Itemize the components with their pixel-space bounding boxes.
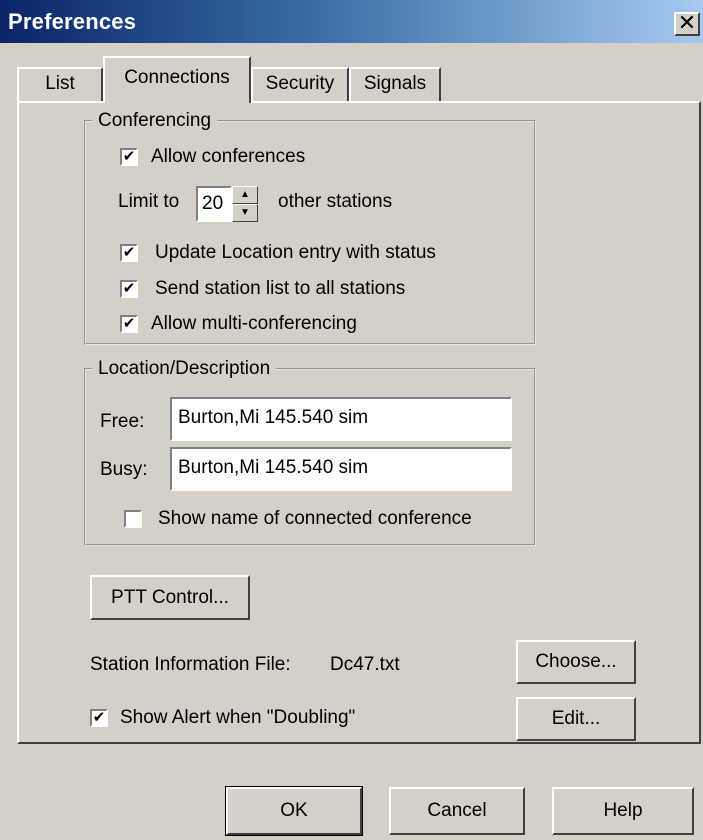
allow-multi-label: Allow multi-conferencing: [151, 313, 357, 334]
tab-list[interactable]: List: [17, 67, 103, 101]
update-location-label: Update Location entry with status: [155, 242, 436, 263]
check-icon: ✔: [122, 148, 136, 165]
allow-conferences-label: Allow conferences: [151, 146, 306, 167]
station-info-label: Station Information File:: [90, 654, 291, 675]
cancel-button[interactable]: Cancel: [389, 787, 525, 835]
conferencing-legend: Conferencing: [98, 110, 212, 131]
tab-security[interactable]: Security: [251, 67, 349, 101]
close-button[interactable]: ✕: [674, 12, 700, 36]
check-icon: ✔: [122, 315, 136, 332]
limit-stepper-input[interactable]: 20: [196, 186, 232, 222]
limit-prefix-label: Limit to: [118, 191, 180, 212]
check-icon: ✔: [122, 280, 136, 297]
limit-suffix-label: other stations: [278, 191, 393, 212]
window-title: Preferences: [8, 9, 137, 34]
close-icon: ✕: [677, 10, 697, 35]
title-bar: Preferences ✕: [0, 0, 703, 43]
tab-connections[interactable]: Connections: [103, 56, 251, 103]
tab-signals[interactable]: Signals: [349, 67, 441, 101]
stepper-down-icon[interactable]: ▼: [232, 204, 258, 222]
free-label: Free:: [100, 411, 145, 432]
free-location-input[interactable]: Burton,Mi 145.540 sim: [170, 397, 512, 441]
ptt-control-button[interactable]: PTT Control...: [90, 575, 250, 620]
check-icon: ✔: [92, 709, 106, 726]
busy-label: Busy:: [100, 459, 148, 480]
choose-button[interactable]: Choose...: [516, 640, 636, 684]
edit-button[interactable]: Edit...: [516, 697, 636, 741]
show-name-label: Show name of connected conference: [158, 508, 472, 529]
show-alert-label: Show Alert when "Doubling": [120, 707, 356, 728]
update-location-checkbox[interactable]: ✔: [120, 244, 138, 262]
stepper-up-icon[interactable]: ▲: [232, 186, 258, 204]
location-legend: Location/Description: [98, 358, 271, 379]
ok-button[interactable]: OK: [225, 786, 363, 836]
show-name-checkbox[interactable]: [124, 510, 142, 528]
allow-multi-checkbox[interactable]: ✔: [120, 315, 138, 333]
check-icon: ✔: [122, 244, 136, 261]
show-alert-checkbox[interactable]: ✔: [90, 709, 108, 727]
allow-conferences-checkbox[interactable]: ✔: [120, 148, 138, 166]
send-station-list-checkbox[interactable]: ✔: [120, 280, 138, 298]
station-info-file: Dc47.txt: [330, 654, 400, 675]
busy-location-input[interactable]: Burton,Mi 145.540 sim: [170, 447, 512, 491]
help-button[interactable]: Help: [552, 787, 694, 835]
send-station-list-label: Send station list to all stations: [155, 278, 406, 299]
